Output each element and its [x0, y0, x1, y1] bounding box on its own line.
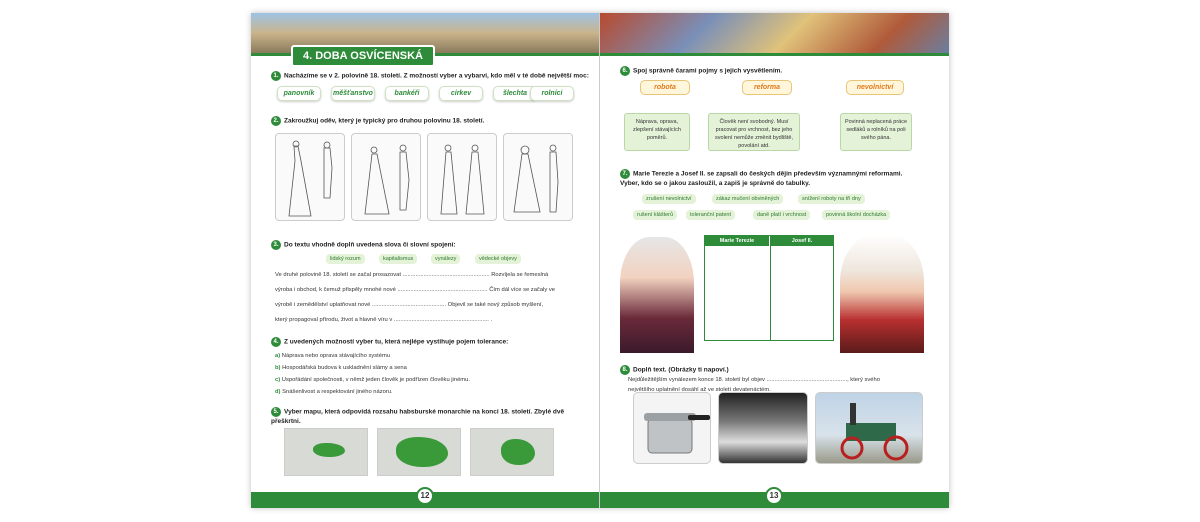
- term-card[interactable]: robota: [640, 80, 690, 95]
- answer-option-a[interactable]: a) Náprava nebo oprava stávajícího systé…: [275, 352, 390, 360]
- question-number: 4.: [271, 337, 281, 347]
- pressure-cooker-image: [633, 392, 711, 464]
- question-text: Vyber mapu, která odpovídá rozsahu habsb…: [271, 408, 565, 425]
- word-chip: kapitalismus: [379, 254, 418, 264]
- reform-chip[interactable]: toleranční patent: [686, 210, 735, 220]
- option-letter: b): [275, 365, 281, 371]
- divider: [600, 53, 949, 56]
- fill-text-line: výrobě i zemědělství uplatňovat nové ...…: [275, 302, 544, 308]
- question-number: 2.: [271, 116, 281, 126]
- question-text: Do textu vhodně doplň uvedená slova či s…: [284, 241, 456, 249]
- reform-chip[interactable]: zákaz mučení obviněných: [712, 194, 784, 204]
- question-4: 4. Z uvedených možností vyber tu, která n…: [271, 337, 591, 347]
- question-number: 7.: [620, 169, 630, 179]
- fill-text-line: výroba i obchod, k čemuž přispěly mnohé …: [275, 287, 555, 293]
- costume-image-4[interactable]: [503, 133, 573, 221]
- map-option-2[interactable]: [377, 428, 461, 476]
- word-option[interactable]: rolníci: [530, 86, 574, 101]
- question-text: Z uvedených možností vyber tu, která nej…: [284, 338, 509, 346]
- definition-card[interactable]: Povinná neplacená práce sedláků a rolník…: [840, 113, 912, 151]
- question-6: 6. Spoj správně čarami pojmy s jejich vys…: [620, 66, 940, 76]
- costume-image-1[interactable]: [275, 133, 345, 221]
- fill-text-line: který propagoval přírodu, život a hlavně…: [275, 317, 493, 323]
- reform-table[interactable]: Marie Terezie Josef II.: [704, 235, 834, 341]
- table-header-joseph-ii: Josef II.: [770, 236, 834, 246]
- answer-option-b[interactable]: b) Hospodářská budova k uskladnění slámy…: [275, 364, 407, 372]
- fill-text-line: Ve druhé polovině 18. století se začal p…: [275, 272, 549, 278]
- question-5: 5. Vyber mapu, která odpovídá rozsahu hab…: [271, 407, 571, 426]
- word-option[interactable]: panovník: [277, 86, 321, 101]
- question-1: 1. Nacházíme se v 2. polovině 18. století…: [271, 71, 591, 81]
- question-number: 3.: [271, 240, 281, 250]
- fill-text-line: Nejdůležitějším vynálezem konce 18. stol…: [628, 377, 880, 383]
- word-option[interactable]: měšťanstvo: [331, 86, 375, 101]
- question-text: Zakroužkuj oděv, který je typický pro dr…: [284, 117, 485, 125]
- word-chip: lidský rozum: [326, 254, 365, 264]
- page-right: 6. Spoj správně čarami pojmy s jejich vys…: [600, 13, 949, 508]
- word-option[interactable]: bankéři: [385, 86, 429, 101]
- chapter-title: 4. DOBA OSVÍCENSKÁ: [291, 45, 436, 67]
- question-number: 1.: [271, 71, 281, 81]
- question-number: 6.: [620, 66, 630, 76]
- answer-option-c[interactable]: c) Uspořádání společnosti, v němž jeden …: [275, 376, 470, 384]
- term-card[interactable]: reforma: [742, 80, 792, 95]
- term-card[interactable]: nevolnictví: [846, 80, 904, 95]
- boiling-pot-image: [718, 392, 808, 464]
- table-divider: [770, 246, 771, 340]
- portrait-maria-theresa: [620, 237, 694, 353]
- option-letter: c): [275, 377, 281, 383]
- question-text: Spoj správně čarami pojmy s jejich vysvě…: [633, 67, 783, 75]
- page-number: 13: [765, 487, 783, 505]
- answer-option-d[interactable]: d) Snášenlivost a respektování jiného ná…: [275, 388, 393, 396]
- costume-image-2[interactable]: [351, 133, 421, 221]
- option-text: Uspořádání společnosti, v němž jeden člo…: [281, 377, 470, 383]
- question-text: Marie Terezie a Josef II. se zapsali do …: [620, 170, 903, 187]
- workbook-spread: 4. DOBA OSVÍCENSKÁ 1. Nacházíme se v 2. p…: [251, 13, 949, 508]
- option-text: Snášenlivost a respektování jiného názor…: [282, 389, 393, 395]
- word-option[interactable]: církev: [439, 86, 483, 101]
- fresco-banner-image: [600, 13, 949, 53]
- question-text: Nacházíme se v 2. polovině 18. století. …: [284, 72, 589, 80]
- question-3: 3. Do textu vhodně doplň uvedená slova či…: [271, 240, 591, 250]
- word-chip: vynálezy: [431, 254, 461, 264]
- reform-chip[interactable]: rušení klášterů: [633, 210, 678, 220]
- steam-engine-image: [815, 392, 923, 464]
- page-left: 4. DOBA OSVÍCENSKÁ 1. Nacházíme se v 2. p…: [251, 13, 600, 508]
- option-text: Hospodářská budova k uskladnění slámy a …: [282, 365, 407, 371]
- page-number: 12: [416, 487, 434, 505]
- question-7: 7. Marie Terezie a Josef II. se zapsali d…: [620, 169, 910, 188]
- question-8: 8. Doplň text. (Obrázky ti napoví.): [620, 365, 920, 375]
- portrait-joseph-ii: [840, 235, 924, 353]
- costume-image-3[interactable]: [427, 133, 497, 221]
- definition-card[interactable]: Člověk není svobodný. Musí pracovat pro …: [708, 113, 800, 151]
- option-letter: d): [275, 389, 281, 395]
- question-2: 2. Zakroužkuj oděv, který je typický pro …: [271, 116, 591, 126]
- option-text: Náprava nebo oprava stávajícího systému: [281, 353, 391, 359]
- question-text: Doplň text. (Obrázky ti napoví.): [633, 366, 729, 374]
- question-number: 5.: [271, 407, 281, 417]
- option-letter: a): [275, 353, 281, 359]
- definition-card[interactable]: Náprava, oprava, zlepšení stávajících po…: [624, 113, 690, 151]
- reform-chip[interactable]: povinná školní docházka: [822, 210, 891, 220]
- reform-chip[interactable]: zrušení nevolnictví: [642, 194, 696, 204]
- word-chip: vědecké objevy: [475, 254, 521, 264]
- reform-chip[interactable]: snížení roboty na tři dny: [798, 194, 865, 204]
- map-option-3[interactable]: [470, 428, 554, 476]
- question-number: 8.: [620, 365, 630, 375]
- table-header-maria-theresa: Marie Terezie: [705, 236, 770, 246]
- map-option-1[interactable]: [284, 428, 368, 476]
- reform-chip[interactable]: daně platí i vrchnost: [753, 210, 811, 220]
